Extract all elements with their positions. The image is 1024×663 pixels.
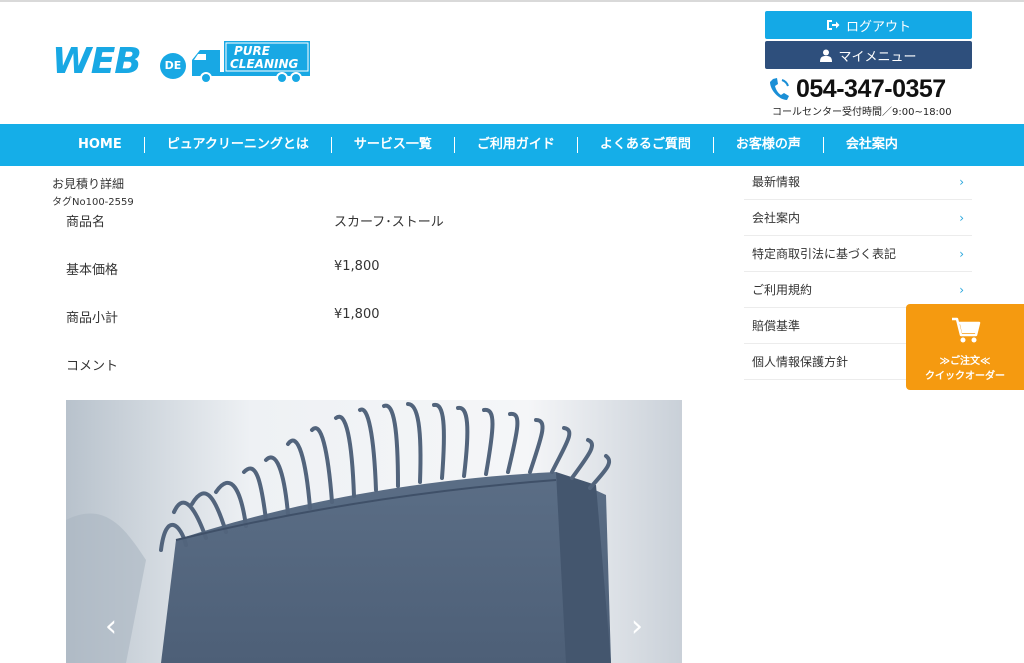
tag-number: タグNo100-2559 (52, 197, 134, 208)
detail-value: スカーフ･ストール (334, 215, 444, 230)
logout-button[interactable]: ログアウト (765, 11, 972, 39)
logo-web-text: WEB (52, 41, 142, 82)
chevron-right-icon: › (959, 210, 964, 225)
phone-number[interactable]: 054-347-0357 (796, 75, 946, 104)
quick-order-button[interactable]: ≫ご注文≪ クイックオーダー (906, 304, 1024, 390)
site-logo[interactable]: WEB DE PURE CLEANING (52, 40, 314, 84)
nav-item-services[interactable]: サービス一覧 (332, 124, 454, 166)
product-photo (66, 400, 682, 663)
sidebar-item-label: ご利用規約 (752, 283, 813, 297)
detail-value: ¥1,800 (334, 259, 380, 274)
logo-pure-text: PURE (234, 44, 271, 58)
chevron-right-icon: › (959, 282, 964, 297)
call-center-hours: コールセンター受付時間／9:00~18:00 (772, 107, 952, 118)
detail-label: 商品小計 (66, 311, 119, 326)
nav-item-voices[interactable]: お客様の声 (714, 124, 823, 166)
mymenu-button[interactable]: マイメニュー (765, 41, 972, 69)
shopping-cart-icon (952, 317, 981, 343)
sidebar-item-label: 個人情報保護方針 (752, 355, 849, 369)
phone-icon (770, 78, 789, 100)
nav-item-faq[interactable]: よくあるご質問 (578, 124, 713, 166)
quick-order-line2: クイックオーダー (925, 371, 1005, 382)
truck-icon: PURE CLEANING (192, 41, 310, 84)
nav-item-guide[interactable]: ご利用ガイド (455, 124, 577, 166)
carousel-next-button[interactable]: › (626, 612, 648, 642)
detail-value: ¥1,800 (334, 307, 380, 322)
sidebar-item-label: 最新情報 (752, 175, 801, 189)
quick-order-line1: ≫ご注文≪ (939, 356, 991, 367)
detail-label: 商品名 (66, 215, 106, 230)
sidebar-item-news[interactable]: 最新情報 › (744, 164, 972, 200)
carousel-prev-button[interactable]: ‹ (100, 612, 122, 642)
sign-out-icon (826, 20, 840, 30)
detail-label: コメント (66, 359, 119, 374)
sidebar-item-company[interactable]: 会社案内 › (744, 200, 972, 236)
sidebar-item-label: 会社案内 (752, 211, 801, 225)
breadcrumb: お見積り詳細 (52, 177, 125, 191)
sidebar-item-tokushoho[interactable]: 特定商取引法に基づく表記 › (744, 236, 972, 272)
scarf-image (66, 400, 682, 663)
user-icon (820, 49, 833, 62)
nav-item-home[interactable]: HOME (56, 124, 144, 166)
sidebar-item-terms[interactable]: ご利用規約 › (744, 272, 972, 308)
logo-cleaning-text: CLEANING (230, 57, 298, 71)
sidebar-item-label: 賠償基準 (752, 319, 801, 333)
phone-contact[interactable]: 054-347-0357 (768, 73, 978, 105)
logo-de-badge: DE (160, 53, 186, 79)
main-nav: HOME ピュアクリーニングとは サービス一覧 ご利用ガイド よくあるご質問 お… (0, 124, 1024, 166)
sidebar-item-label: 特定商取引法に基づく表記 (752, 247, 897, 261)
nav-item-about[interactable]: ピュアクリーニングとは (145, 124, 331, 166)
mymenu-label: マイメニュー (838, 49, 917, 65)
logout-label: ログアウト (845, 19, 911, 35)
top-border (0, 0, 1024, 2)
detail-label: 基本価格 (66, 263, 119, 278)
chevron-right-icon: › (959, 174, 964, 189)
chevron-right-icon: › (959, 246, 964, 261)
nav-item-company[interactable]: 会社案内 (824, 124, 920, 166)
